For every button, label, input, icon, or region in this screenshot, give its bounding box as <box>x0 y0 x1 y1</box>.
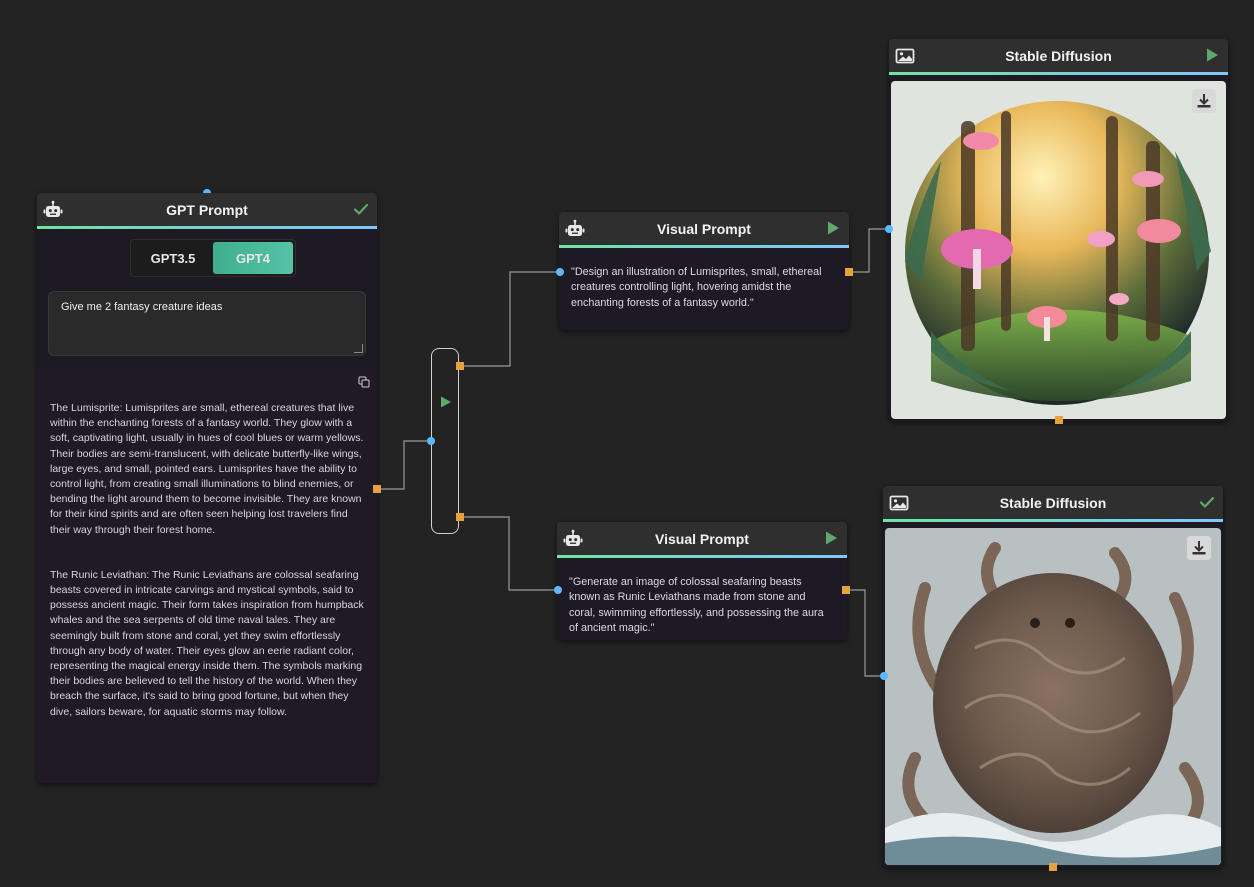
check-icon <box>353 203 369 215</box>
download-icon <box>1192 541 1206 555</box>
response-text: The Lumisprite: Lumisprites are small, e… <box>50 401 368 735</box>
generated-image-forest <box>891 81 1226 419</box>
stable-diffusion-node-1[interactable]: Stable Diffusion <box>885 39 1228 424</box>
node-title: Visual Prompt <box>657 220 751 237</box>
copy-icon[interactable] <box>358 376 370 388</box>
wire-reroute-to-vp2 <box>460 516 557 591</box>
model-tabs: GPT3.5 GPT4 <box>130 239 296 277</box>
sd1-input-port[interactable] <box>885 225 893 233</box>
play-icon[interactable] <box>825 220 841 236</box>
sd2-input-port[interactable] <box>880 672 888 680</box>
image-icon <box>895 48 915 64</box>
reroute-output-port-2[interactable] <box>456 513 464 521</box>
wire-gpt-to-reroute <box>377 440 431 490</box>
play-icon[interactable] <box>440 396 452 408</box>
reroute-output-port-1[interactable] <box>456 362 464 370</box>
sd2-output-port[interactable] <box>1049 863 1057 871</box>
visual-prompt-text: "Generate an image of colossal seafaring… <box>569 576 824 634</box>
play-icon[interactable] <box>1204 47 1220 63</box>
vp1-input-port[interactable] <box>556 268 564 276</box>
wire-vp1-to-sd1 <box>849 228 889 273</box>
sd2-header[interactable]: Stable Diffusion <box>883 486 1223 522</box>
sd1-output-port[interactable] <box>1055 416 1063 424</box>
reroute-node[interactable] <box>431 348 459 534</box>
response-panel: The Lumisprite: Lumisprites are small, e… <box>37 369 377 783</box>
tab-gpt35[interactable]: GPT3.5 <box>133 242 213 274</box>
response-paragraph-1: The Lumisprite: Lumisprites are small, e… <box>50 402 364 536</box>
download-button[interactable] <box>1187 536 1211 560</box>
vp2-input-port[interactable] <box>554 586 562 594</box>
vp1-output-port[interactable] <box>845 268 853 276</box>
node-title: GPT Prompt <box>166 201 248 218</box>
tab-gpt4[interactable]: GPT4 <box>213 242 293 274</box>
wire-reroute-to-vp1 <box>460 271 559 367</box>
generated-image-leviathan <box>885 528 1221 865</box>
robot-icon <box>43 200 63 217</box>
visual-prompt-node-2[interactable]: Visual Prompt "Generate an image of colo… <box>554 522 850 640</box>
leviathan-illustration <box>885 528 1221 865</box>
node-title: Stable Diffusion <box>1005 47 1112 64</box>
forest-illustration <box>891 81 1226 419</box>
resize-grip[interactable] <box>354 344 363 353</box>
sd1-header[interactable]: Stable Diffusion <box>889 39 1228 75</box>
play-icon[interactable] <box>823 530 839 546</box>
stable-diffusion-node-2[interactable]: Stable Diffusion <box>880 486 1223 871</box>
image-icon <box>889 495 909 511</box>
gpt-node-header[interactable]: GPT Prompt <box>37 193 377 229</box>
check-icon <box>1199 496 1215 508</box>
vp2-header[interactable]: Visual Prompt <box>557 522 847 558</box>
node-title: Stable Diffusion <box>999 494 1107 511</box>
download-icon <box>1197 94 1211 108</box>
prompt-input-value: Give me 2 fantasy creature ideas <box>61 301 223 313</box>
response-paragraph-2: The Runic Leviathan: The Runic Leviathan… <box>50 568 364 718</box>
robot-icon <box>565 219 585 236</box>
download-button[interactable] <box>1192 89 1216 113</box>
reroute-input-port[interactable] <box>427 437 435 445</box>
gpt-output-port[interactable] <box>373 485 381 493</box>
prompt-input[interactable]: Give me 2 fantasy creature ideas <box>48 291 366 356</box>
node-title: Visual Prompt <box>655 530 749 547</box>
visual-prompt-text: "Design an illustration of Lumisprites, … <box>571 266 822 309</box>
robot-icon <box>563 529 583 546</box>
visual-prompt-node-1[interactable]: Visual Prompt "Design an illustration of… <box>556 212 853 330</box>
gpt-prompt-node[interactable]: GPT Prompt GPT3.5 GPT4 Give me 2 fantasy… <box>37 189 381 783</box>
vp1-header[interactable]: Visual Prompt <box>559 212 849 248</box>
wire-vp2-to-sd2 <box>846 589 884 677</box>
vp2-output-port[interactable] <box>842 586 850 594</box>
